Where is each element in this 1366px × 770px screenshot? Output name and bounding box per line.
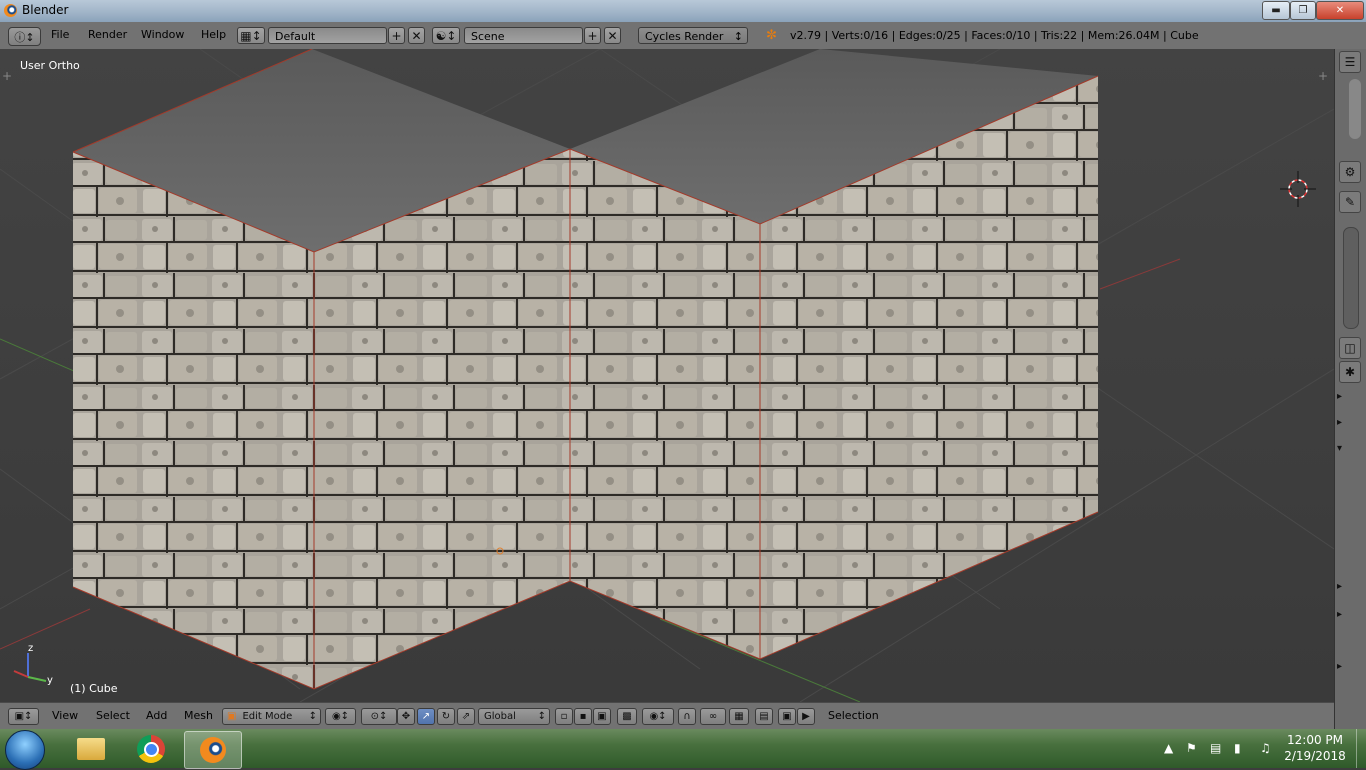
vertex-select-icon[interactable]: ▫ [555, 708, 573, 725]
info-header: ⓘ↕ File Render Window Help ▦↕ Default + … [0, 22, 1366, 50]
maximize-button[interactable]: ❐ [1290, 1, 1316, 20]
layer-icon[interactable]: ▤ [755, 708, 773, 725]
edit-mode-icon: ▣ [227, 711, 237, 722]
toolshelf-toggle-icon[interactable]: + [2, 69, 12, 83]
tool-icon[interactable]: ✎ [1339, 191, 1361, 213]
clock[interactable]: 12:00 PM 2/19/2018 [1278, 729, 1352, 768]
edge-select-icon[interactable]: ▪ [574, 708, 592, 725]
viewport-shading-select[interactable]: ◉↕ [325, 708, 356, 725]
clock-date: 2/19/2018 [1284, 749, 1346, 763]
os-taskbar: ▲ ⚑ ▤ ▮ ♫ 12:00 PM 2/19/2018 [0, 729, 1366, 770]
add-layout-button[interactable]: + [388, 27, 405, 44]
menu-window[interactable]: Window [141, 28, 184, 41]
delete-scene-button[interactable]: ✕ [604, 27, 621, 44]
folder-icon[interactable] [64, 731, 118, 767]
panel-row[interactable]: ▸ [1337, 417, 1365, 433]
chevron-updown-icon: ↕ [733, 30, 743, 43]
scene-field[interactable]: Scene [464, 27, 583, 44]
right-toolshelf: ☰ ⚙ ✎ ◫ ✱ ▸ ▸ ▾ ▸ ▸ ▸ [1334, 49, 1366, 729]
show-desktop-button[interactable] [1356, 729, 1366, 768]
proportional-edit-select[interactable]: ◉↕ [642, 708, 674, 725]
editor-type-3d-button[interactable]: ▣↕ [8, 708, 39, 725]
zoom-slider[interactable] [1343, 227, 1359, 329]
active-object-label: (1) Cube [70, 682, 118, 695]
menu-select[interactable]: Select [96, 709, 130, 722]
viewport-canvas: z y [0, 49, 1334, 702]
snap-target-icon[interactable]: ▦ [729, 708, 749, 725]
viewport-header: ▣↕ View Select Add Mesh ▣ Edit Mode ↕ ◉↕… [0, 702, 1334, 730]
add-scene-button[interactable]: + [584, 27, 601, 44]
selection-label: Selection [828, 709, 879, 722]
editor-type-button[interactable]: ⓘ↕ [8, 27, 41, 46]
window-title: Blender [22, 3, 69, 17]
delete-layout-button[interactable]: ✕ [408, 27, 425, 44]
render-engine-select[interactable]: Cycles Render ↕ [638, 27, 748, 44]
close-button[interactable]: ✕ [1316, 1, 1364, 20]
blender-logo-icon: ✼ [766, 28, 777, 43]
clock-time: 12:00 PM [1287, 733, 1343, 747]
render-preview-icon[interactable]: ▣ [778, 708, 796, 725]
menu-view[interactable]: View [52, 709, 78, 722]
chevron-updown-icon: ↕ [308, 711, 317, 722]
menu-mesh[interactable]: Mesh [184, 709, 213, 722]
window-titlebar: Blender ▬ ❐ ✕ [0, 0, 1366, 22]
cursor-3d-icon[interactable] [1280, 171, 1316, 207]
axis-z-label: z [28, 643, 33, 654]
properties-toggle-icon[interactable]: + [1318, 69, 1328, 83]
translate-manipulator-icon[interactable]: ↗ [417, 708, 435, 725]
device-icon[interactable]: ▤ [1210, 741, 1221, 755]
snap-element-select[interactable]: ∞ [700, 708, 726, 725]
3d-viewport[interactable]: z y User Ortho (1) Cube + + [0, 49, 1334, 702]
menu-help[interactable]: Help [201, 28, 226, 41]
axis-gizmo [13, 653, 47, 682]
opengl-render-icon[interactable]: ▶ [797, 708, 815, 725]
limit-selection-icon[interactable]: ▩ [617, 708, 637, 725]
render-engine-label: Cycles Render [645, 30, 724, 43]
transform-orientation-select[interactable]: Global ↕ [478, 708, 550, 725]
blender-icon [4, 4, 17, 17]
wall-face-3 [570, 149, 760, 659]
scene-icon[interactable]: ☯↕ [432, 27, 460, 44]
x-axis-line [1099, 258, 1181, 290]
pivot-point-select[interactable]: ⊙↕ [361, 708, 397, 725]
orientation-label: Global [484, 711, 516, 722]
properties-icon[interactable]: ⚙ [1339, 161, 1361, 183]
view-label: User Ortho [20, 59, 80, 72]
panel-row[interactable]: ▾ [1337, 443, 1365, 459]
face-select-icon[interactable]: ▣ [593, 708, 611, 725]
mode-select[interactable]: ▣ Edit Mode ↕ [222, 708, 321, 725]
tray-expand-icon[interactable]: ▲ [1164, 741, 1173, 755]
x-axis-line-lower [0, 608, 91, 650]
rotate-manipulator-icon[interactable]: ↻ [437, 708, 455, 725]
info-icon: ⓘ↕ [14, 30, 35, 44]
axis-y-label: y [47, 675, 53, 686]
panel-row[interactable]: ▸ [1337, 581, 1365, 597]
menu-add[interactable]: Add [146, 709, 167, 722]
mode-label: Edit Mode [242, 711, 293, 722]
panel-scrollbar[interactable] [1349, 79, 1361, 139]
settings-icon[interactable]: ✱ [1339, 361, 1361, 383]
panel-row[interactable]: ▸ [1337, 661, 1365, 677]
layout-icon[interactable]: ▦↕ [237, 27, 265, 44]
panel-row[interactable]: ▸ [1337, 391, 1365, 407]
outliner-icon[interactable]: ☰ [1339, 51, 1361, 73]
menu-file[interactable]: File [51, 28, 69, 41]
windows-start-icon[interactable] [5, 730, 45, 770]
panel-row[interactable]: ▸ [1337, 609, 1365, 625]
panel-icon[interactable]: ◫ [1339, 337, 1361, 359]
magnet-icon[interactable]: ∩ [678, 708, 696, 725]
screen-layout-field[interactable]: Default [268, 27, 387, 44]
scale-manipulator-icon[interactable]: ⇗ [457, 708, 475, 725]
manipulator-toggle-icon[interactable]: ✥ [397, 708, 415, 725]
scene-stats: v2.79 | Verts:0/16 | Edges:0/25 | Faces:… [790, 29, 1199, 42]
action-center-icon[interactable]: ⚑ [1186, 741, 1197, 755]
minimize-button[interactable]: ▬ [1262, 1, 1290, 20]
volume-icon[interactable]: ♫ [1260, 741, 1271, 755]
menu-render[interactable]: Render [88, 28, 127, 41]
chevron-updown-icon: ↕ [537, 711, 546, 722]
chrome-icon[interactable] [124, 731, 178, 767]
blender-taskbar-icon[interactable] [184, 731, 242, 769]
network-icon[interactable]: ▮ [1234, 741, 1241, 755]
